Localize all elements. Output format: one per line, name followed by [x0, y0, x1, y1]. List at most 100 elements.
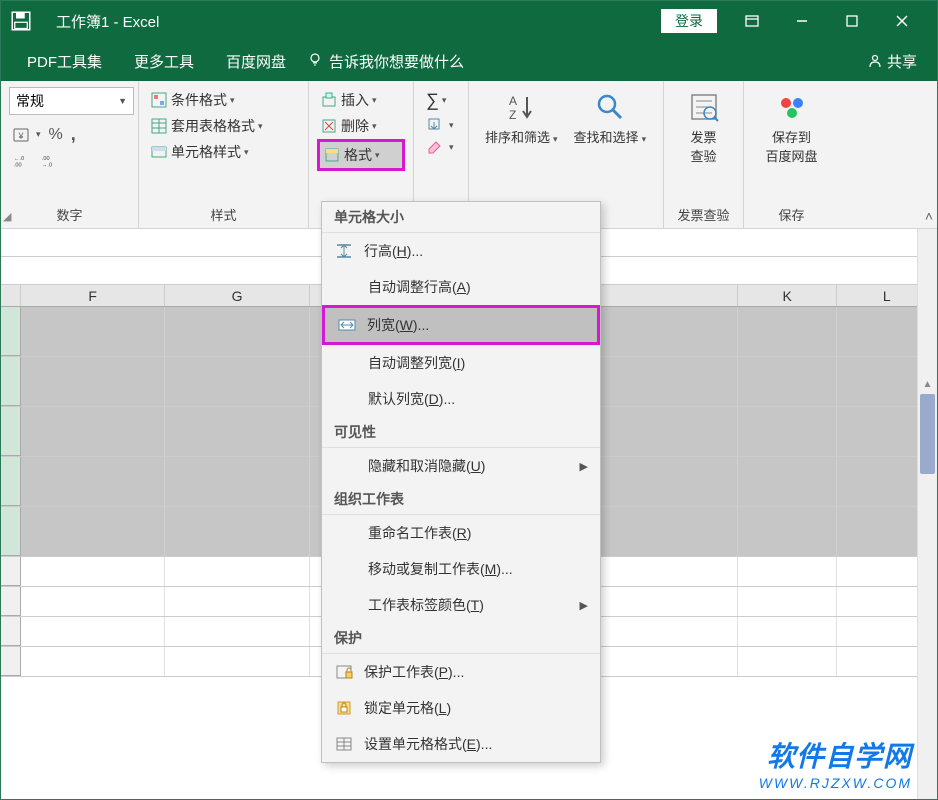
watermark-title: 软件自学网: [759, 735, 912, 775]
svg-text:¥: ¥: [17, 131, 24, 141]
title-bar: 工作簿1 - Excel 登录: [1, 1, 937, 41]
svg-text:Z: Z: [509, 108, 516, 122]
invoice-check-button[interactable]: 发票 查验: [672, 87, 735, 169]
scroll-thumb[interactable]: [920, 394, 935, 474]
fill-down-icon: [426, 117, 442, 133]
col-header-g[interactable]: G: [165, 285, 309, 306]
ribbon-group-save: 保存到 百度网盘 保存: [744, 81, 839, 228]
group-label-invoice: 发票查验: [664, 205, 743, 224]
row-height-icon: [334, 241, 354, 261]
watermark-url: WWW.RJZXW.COM: [759, 775, 912, 791]
group-label-save: 保存: [744, 205, 839, 224]
menu-row-height[interactable]: 行高(H)...: [322, 233, 600, 269]
menu-section-protect: 保护: [322, 623, 600, 654]
conditional-format-icon: [151, 92, 167, 108]
conditional-format-button[interactable]: 条件格式▾: [147, 87, 300, 113]
table-format-icon: [151, 118, 167, 134]
submenu-arrow-icon: ▶: [580, 460, 588, 473]
share-label: 共享: [887, 51, 917, 72]
cell-styles-button[interactable]: 单元格样式▾: [147, 139, 300, 165]
save-baidu-button[interactable]: 保存到 百度网盘: [752, 87, 831, 169]
lightbulb-icon: [307, 51, 323, 71]
ribbon-group-invoice: 发票 查验 发票查验: [664, 81, 744, 228]
find-select-icon: [594, 91, 626, 123]
menu-hide-unhide[interactable]: 隐藏和取消隐藏(U)▶: [322, 448, 600, 484]
menu-section-cell-size: 单元格大小: [322, 202, 600, 233]
number-format-dropdown[interactable]: 常规 ▼: [9, 87, 134, 115]
svg-text:.00: .00: [42, 156, 50, 162]
menu-format-cells[interactable]: 设置单元格格式(E)...: [322, 726, 600, 762]
decrease-decimal-button[interactable]: .00→.0: [37, 150, 65, 172]
group-label-number: 数字: [1, 205, 138, 224]
cell-styles-icon: [151, 144, 167, 160]
menu-auto-col-width[interactable]: 自动调整列宽(I): [322, 345, 600, 381]
share-button[interactable]: 共享: [867, 51, 917, 72]
svg-text:←.0: ←.0: [14, 156, 24, 162]
menu-section-organize: 组织工作表: [322, 484, 600, 515]
menu-col-width[interactable]: 列宽(W)...: [322, 305, 600, 345]
format-button[interactable]: 格式▾: [317, 139, 405, 171]
format-dropdown-menu: 单元格大小 行高(H)... 自动调整行高(A) 列宽(W)... 自动调整列宽…: [321, 201, 601, 763]
menu-default-width[interactable]: 默认列宽(D)...: [322, 381, 600, 417]
chevron-down-icon: ▼: [118, 96, 127, 106]
col-width-icon: [337, 315, 357, 335]
lock-cell-icon: [334, 698, 354, 718]
protect-sheet-icon: [334, 662, 354, 682]
select-all-corner[interactable]: [1, 285, 21, 306]
menu-protect-sheet[interactable]: 保护工作表(P)...: [322, 654, 600, 690]
svg-text:.00: .00: [14, 163, 22, 169]
col-header-k[interactable]: K: [738, 285, 838, 306]
menu-section-visibility: 可见性: [322, 417, 600, 448]
delete-button[interactable]: 删除▾: [317, 113, 405, 139]
baidu-disk-icon: [776, 91, 808, 123]
close-button[interactable]: [877, 1, 927, 41]
format-icon: [324, 147, 340, 163]
vertical-scrollbar[interactable]: ▲: [917, 229, 937, 799]
format-cells-icon: [334, 734, 354, 754]
insert-icon: [321, 92, 337, 108]
ribbon-collapse-button[interactable]: ˄: [925, 208, 933, 224]
delete-icon: [321, 118, 337, 134]
tell-me-label: 告诉我你想要做什么: [329, 51, 464, 72]
sort-filter-icon: AZ: [505, 91, 537, 123]
share-icon: [867, 53, 883, 69]
tell-me-search[interactable]: 告诉我你想要做什么: [307, 51, 464, 72]
menu-rename-sheet[interactable]: 重命名工作表(R): [322, 515, 600, 551]
tab-baidu-disk[interactable]: 百度网盘: [210, 41, 302, 81]
table-format-button[interactable]: 套用表格格式▾: [147, 113, 300, 139]
svg-text:→.0: →.0: [42, 163, 52, 169]
menu-tab-color[interactable]: 工作表标签颜色(T)▶: [322, 587, 600, 623]
ribbon-display-button[interactable]: [727, 1, 777, 41]
increase-decimal-icon: ←.0.00: [13, 153, 29, 169]
comma-button[interactable]: ,: [67, 121, 80, 148]
percent-button[interactable]: %: [45, 123, 67, 147]
clear-button[interactable]: ▾: [422, 136, 460, 158]
svg-text:A: A: [509, 94, 517, 108]
ribbon-group-styles: 条件格式▾ 套用表格格式▾ 单元格样式▾ 样式: [139, 81, 309, 228]
number-format-value: 常规: [16, 91, 44, 111]
menu-move-copy-sheet[interactable]: 移动或复制工作表(M)...: [322, 551, 600, 587]
accounting-format-button[interactable]: ¥▾: [9, 124, 45, 146]
window-title: 工作簿1 - Excel: [56, 11, 159, 32]
tab-pdf-tools[interactable]: PDF工具集: [11, 41, 118, 81]
eraser-icon: [426, 139, 442, 155]
maximize-button[interactable]: [827, 1, 877, 41]
minimize-button[interactable]: [777, 1, 827, 41]
menu-lock-cell[interactable]: 锁定单元格(L): [322, 690, 600, 726]
insert-button[interactable]: 插入▾: [317, 87, 405, 113]
invoice-icon: [688, 91, 720, 123]
quick-save-icon[interactable]: [11, 11, 31, 31]
increase-decimal-button[interactable]: ←.0.00: [9, 150, 37, 172]
menu-auto-row-height[interactable]: 自动调整行高(A): [322, 269, 600, 305]
col-header-f[interactable]: F: [21, 285, 165, 306]
group-label-styles: 样式: [139, 205, 308, 224]
scroll-up-arrow[interactable]: ▲: [918, 374, 937, 394]
fill-button[interactable]: ▾: [422, 114, 460, 136]
login-button[interactable]: 登录: [661, 9, 717, 33]
currency-icon: ¥: [13, 127, 29, 143]
ribbon-group-number: 常规 ▼ ¥▾ % , ←.0.00 .00→.0 ◢ 数字: [1, 81, 139, 228]
submenu-arrow-icon: ▶: [580, 599, 588, 612]
autosum-button[interactable]: ∑▾: [422, 87, 460, 114]
watermark: 软件自学网 WWW.RJZXW.COM: [759, 735, 912, 791]
tab-more-tools[interactable]: 更多工具: [118, 41, 210, 81]
